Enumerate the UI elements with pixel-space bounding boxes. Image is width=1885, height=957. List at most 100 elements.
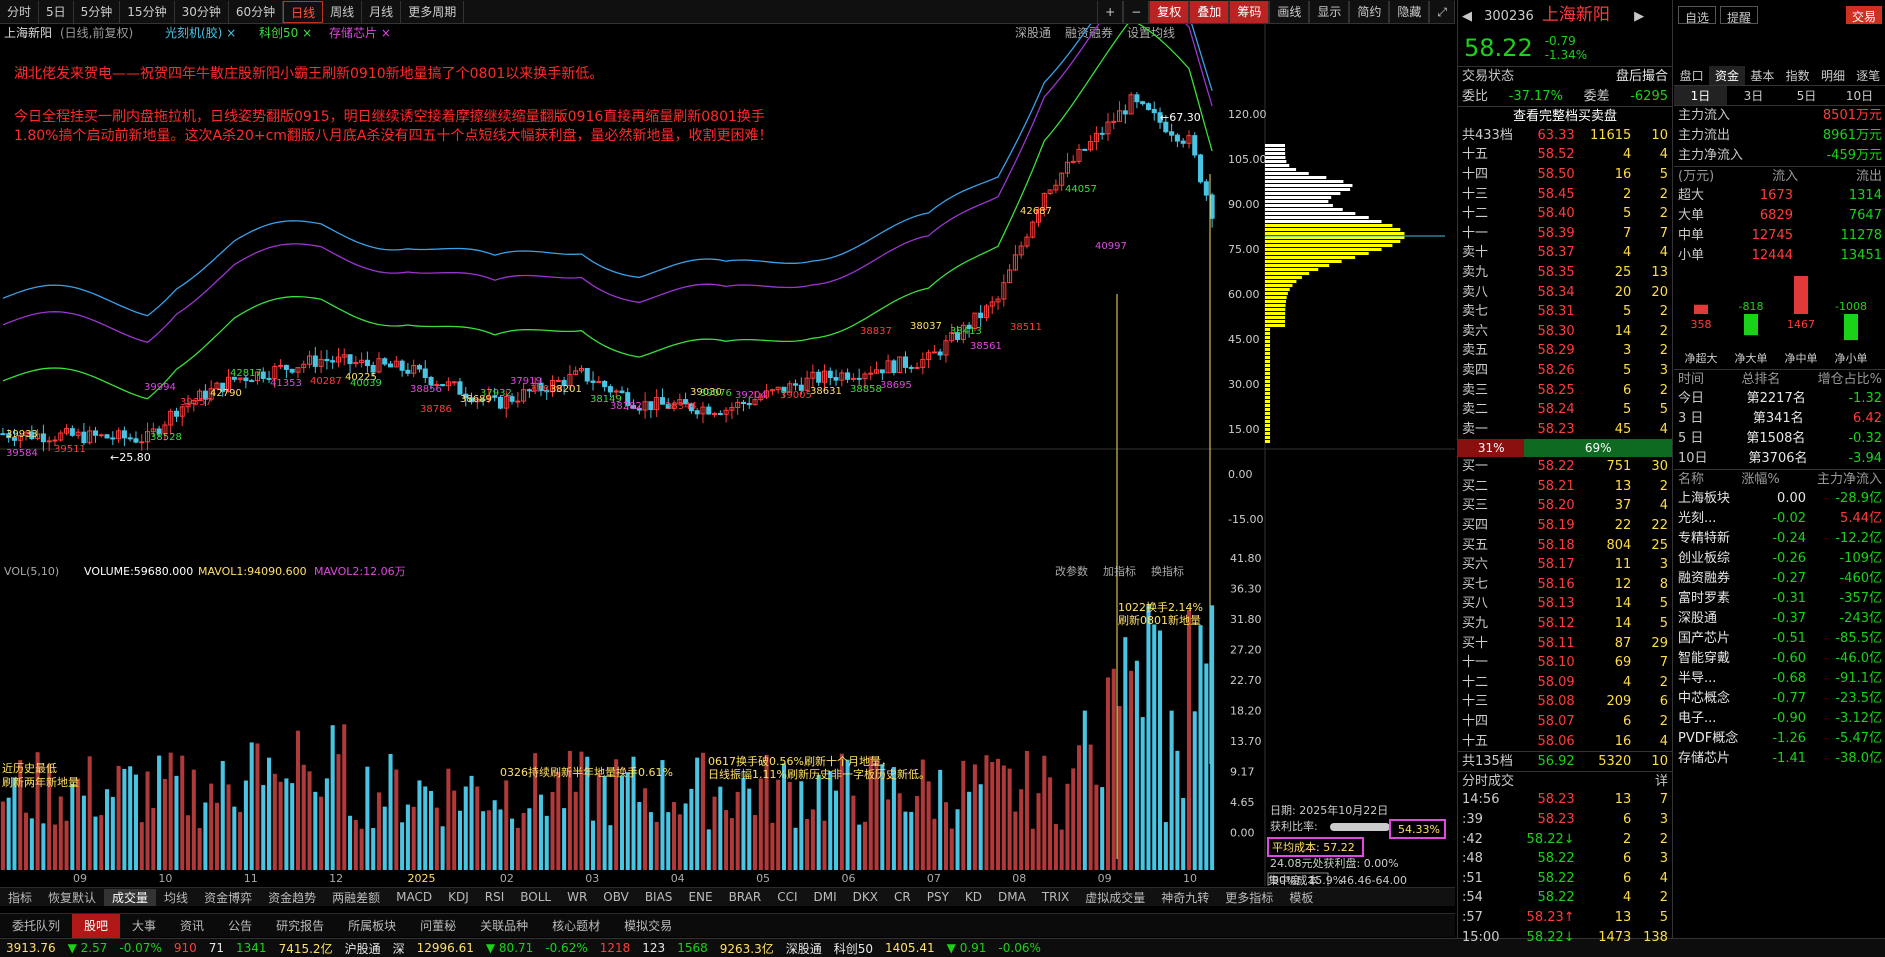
ask-level[interactable]: 卖八 58.34 20 20 bbox=[1458, 283, 1672, 303]
view-all-link[interactable]: 查看完整档买卖盘 bbox=[1513, 107, 1617, 127]
kline-chart[interactable]: 上海新阳 (日线,前复权) 光刻机(胶) × 科创50 × 存储芯片 × 深股通 融资融券设… bbox=[0, 0, 1455, 888]
indicator-tab-8[interactable]: KDJ bbox=[440, 890, 477, 904]
vol-action-1[interactable]: 加指标 bbox=[1103, 564, 1136, 578]
bid-level[interactable]: 十五 58.06 16 4 bbox=[1458, 732, 1672, 752]
indicator-tab-11[interactable]: WR bbox=[559, 890, 595, 904]
sector-row[interactable]: PVDF概念 -1.26 -5.47亿 bbox=[1674, 729, 1885, 749]
bottom-tab-10[interactable]: 模拟交易 bbox=[612, 914, 684, 938]
indicator-tab-17[interactable]: DMI bbox=[806, 890, 845, 904]
indicator-tab-13[interactable]: BIAS bbox=[637, 890, 681, 904]
sector-row[interactable]: 上海板块 0.00 -28.9亿 bbox=[1674, 489, 1885, 509]
indicator-tab-16[interactable]: CCI bbox=[769, 890, 805, 904]
minus-icon[interactable]: − bbox=[1123, 0, 1150, 23]
overlay-2[interactable]: 存储芯片 × bbox=[329, 25, 391, 40]
bid-level[interactable]: 十三 58.08 209 6 bbox=[1458, 692, 1672, 712]
ask-level[interactable]: 卖六 58.30 14 2 bbox=[1458, 322, 1672, 342]
indicator-tab-26[interactable]: 更多指标 bbox=[1217, 889, 1281, 906]
watchlist-button[interactable]: 自选 bbox=[1678, 6, 1717, 25]
vol-action-2[interactable]: 换指标 bbox=[1151, 564, 1184, 578]
sector-row[interactable]: 深股通 -0.37 -243亿 bbox=[1674, 609, 1885, 629]
indicator-tab-7[interactable]: MACD bbox=[388, 890, 440, 904]
bid-level[interactable]: 十一 58.10 69 7 bbox=[1458, 653, 1672, 673]
sector-row[interactable]: 创业板综 -0.26 -109亿 bbox=[1674, 549, 1885, 569]
period-tab-0[interactable]: 分时 bbox=[0, 0, 40, 23]
indicator-tab-23[interactable]: TRIX bbox=[1034, 890, 1077, 904]
bid-level[interactable]: 买三 58.20 37 4 bbox=[1458, 496, 1672, 516]
bid-level[interactable]: 买一 58.22 751 30 bbox=[1458, 457, 1672, 477]
period-tab-2[interactable]: 5分钟 bbox=[74, 0, 121, 23]
bid-level[interactable]: 买五 58.18 804 25 bbox=[1458, 536, 1672, 556]
fund-tab-5[interactable]: 逐笔 bbox=[1851, 66, 1885, 85]
indicator-tab-20[interactable]: PSY bbox=[919, 890, 957, 904]
view-all-row[interactable]: 查看完整档买卖盘 bbox=[1458, 106, 1672, 126]
bid-level[interactable]: 买六 58.17 11 3 bbox=[1458, 555, 1672, 575]
indicator-tab-6[interactable]: 两融差额 bbox=[324, 889, 388, 906]
sector-row[interactable]: 专精特新 -0.24 -12.2亿 bbox=[1674, 529, 1885, 549]
toolbar-button-0[interactable]: 复权 bbox=[1149, 0, 1190, 23]
next-stock-icon[interactable]: ▶ bbox=[1634, 9, 1644, 24]
ask-level[interactable]: 卖七 58.31 5 2 bbox=[1458, 302, 1672, 322]
indicator-tab-5[interactable]: 资金趋势 bbox=[260, 889, 324, 906]
fund-period-3[interactable]: 10日 bbox=[1833, 86, 1885, 105]
ticks-more-button[interactable]: 详 bbox=[1655, 772, 1668, 791]
indicator-tab-22[interactable]: DMA bbox=[990, 890, 1034, 904]
bid-level[interactable]: 十二 58.09 4 2 bbox=[1458, 673, 1672, 693]
bid-level[interactable]: 买九 58.12 14 5 bbox=[1458, 614, 1672, 634]
indicator-tab-19[interactable]: CR bbox=[886, 890, 919, 904]
ask-level[interactable]: 十四 58.50 16 5 bbox=[1458, 165, 1672, 185]
period-tab-8[interactable]: 月线 bbox=[362, 0, 402, 23]
fund-tab-3[interactable]: 指数 bbox=[1780, 66, 1815, 85]
ask-level[interactable]: 卖四 58.26 5 3 bbox=[1458, 361, 1672, 381]
indicator-tab-14[interactable]: ENE bbox=[680, 890, 720, 904]
ask-level[interactable]: 卖九 58.35 25 13 bbox=[1458, 263, 1672, 283]
ask-level[interactable]: 十一 58.39 7 7 bbox=[1458, 224, 1672, 244]
indicator-tab-1[interactable]: 恢复默认 bbox=[40, 889, 104, 906]
indicator-tab-2[interactable]: 成交量 bbox=[104, 888, 157, 906]
chart-canvas[interactable]: 上海新阳 (日线,前复权) 光刻机(胶) × 科创50 × 存储芯片 × 深股通 融资融券设… bbox=[0, 0, 1455, 888]
prev-stock-icon[interactable]: ◀ bbox=[1462, 9, 1472, 24]
bottom-tab-2[interactable]: 大事 bbox=[120, 914, 168, 938]
chart-link-0[interactable]: 深股通 bbox=[1015, 26, 1051, 40]
bid-level[interactable]: 买二 58.21 13 2 bbox=[1458, 477, 1672, 497]
bottom-tab-8[interactable]: 关联品种 bbox=[468, 914, 540, 938]
overlay-1[interactable]: 科创50 × bbox=[259, 26, 312, 40]
toolbar-button-2[interactable]: 筹码 bbox=[1229, 0, 1270, 23]
bottom-tab-1[interactable]: 股吧 bbox=[72, 913, 121, 938]
indicator-tab-12[interactable]: OBV bbox=[595, 890, 637, 904]
bottom-tab-5[interactable]: 研究报告 bbox=[264, 914, 336, 938]
ask-level[interactable]: 卖三 58.25 6 2 bbox=[1458, 381, 1672, 401]
ask-level[interactable]: 十五 58.52 4 4 bbox=[1458, 145, 1672, 165]
indicator-tab-24[interactable]: 虚拟成交量 bbox=[1077, 889, 1153, 906]
ask-level[interactable]: 十三 58.45 2 2 bbox=[1458, 185, 1672, 205]
bottom-tab-3[interactable]: 资讯 bbox=[168, 914, 216, 938]
indicator-tab-18[interactable]: DKX bbox=[845, 890, 886, 904]
period-tab-6[interactable]: 日线 bbox=[283, 0, 324, 23]
ask-level[interactable]: 卖一 58.23 45 4 bbox=[1458, 420, 1672, 440]
plus-icon[interactable]: + bbox=[1097, 0, 1124, 23]
ask-level[interactable]: 卖十 58.37 4 4 bbox=[1458, 243, 1672, 263]
toolbar-button-1[interactable]: 叠加 bbox=[1189, 0, 1230, 23]
period-tab-3[interactable]: 15分钟 bbox=[120, 0, 175, 23]
period-tab-1[interactable]: 5日 bbox=[39, 0, 74, 23]
fund-tab-2[interactable]: 基本 bbox=[1745, 66, 1780, 85]
bottom-tab-6[interactable]: 所属板块 bbox=[336, 914, 408, 938]
sector-row[interactable]: 光刻... -0.02 5.44亿 bbox=[1674, 509, 1885, 529]
fund-period-1[interactable]: 3日 bbox=[1727, 86, 1780, 105]
indicator-tab-3[interactable]: 均线 bbox=[156, 889, 196, 906]
fullscreen-icon[interactable]: ⤢ bbox=[1429, 0, 1455, 23]
indicator-tab-4[interactable]: 资金博弈 bbox=[196, 889, 260, 906]
fund-tab-0[interactable]: 盘口 bbox=[1674, 66, 1709, 85]
sector-row[interactable]: 智能穿戴 -0.60 -46.0亿 bbox=[1674, 649, 1885, 669]
bottom-tab-9[interactable]: 核心题材 bbox=[540, 914, 612, 938]
bid-level[interactable]: 买七 58.16 12 8 bbox=[1458, 575, 1672, 595]
ask-level[interactable]: 十二 58.40 5 2 bbox=[1458, 204, 1672, 224]
fund-tab-1[interactable]: 资金 bbox=[1709, 66, 1745, 85]
period-tab-5[interactable]: 60分钟 bbox=[229, 0, 284, 23]
sector-row[interactable]: 电子... -0.90 -3.12亿 bbox=[1674, 709, 1885, 729]
fund-tab-4[interactable]: 明细 bbox=[1815, 66, 1850, 85]
sector-row[interactable]: 融资融券 -0.27 -460亿 bbox=[1674, 569, 1885, 589]
bid-level[interactable]: 买八 58.13 14 5 bbox=[1458, 594, 1672, 614]
sector-row[interactable]: 存储芯片 -1.41 -38.0亿 bbox=[1674, 749, 1885, 769]
toolbar-button-5[interactable]: 简约 bbox=[1349, 0, 1390, 23]
trade-button[interactable]: 交易 bbox=[1845, 6, 1882, 24]
